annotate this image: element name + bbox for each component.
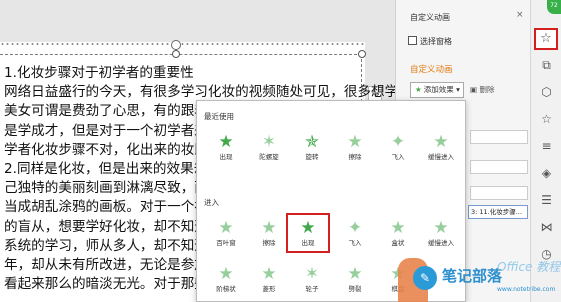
effect-label: 旋转 bbox=[305, 153, 319, 161]
add-effect-button[interactable]: ★ 添加效果 ▾ bbox=[410, 82, 464, 98]
star-icon: ★ bbox=[218, 218, 234, 238]
effect-fly-in-recent[interactable]: ✦ 飞入 bbox=[376, 127, 420, 167]
star-icon: ✦ bbox=[390, 132, 406, 152]
effect-label: 擦除 bbox=[262, 239, 276, 247]
effect-label: 盒状 bbox=[391, 239, 405, 247]
selection-pane-icon bbox=[408, 36, 417, 45]
effect-label: 劈裂 bbox=[348, 285, 362, 293]
add-effect-icon: ★ bbox=[415, 85, 422, 94]
speed-select[interactable] bbox=[470, 186, 528, 200]
select-pane-label: 选择窗格 bbox=[420, 37, 452, 46]
effect-label: 出现 bbox=[301, 239, 315, 247]
resize-handle-top-right[interactable] bbox=[358, 50, 366, 58]
recent-section-label: 最近使用 bbox=[204, 112, 234, 121]
text-line: 1.化妆步骤对于初学者的重要性 bbox=[4, 65, 194, 81]
star-icon: ★ bbox=[300, 218, 316, 238]
copy-icon[interactable]: ⧉ bbox=[539, 58, 554, 73]
star-icon: ★ bbox=[347, 264, 363, 284]
effect-label: 菱形 bbox=[262, 285, 276, 293]
pen-logo-icon: ✎ bbox=[413, 266, 437, 290]
effect-label: 缓慢进入 bbox=[428, 239, 454, 247]
effect-box[interactable]: ★ 盒状 bbox=[376, 213, 420, 253]
effect-label: 擦除 bbox=[348, 153, 362, 161]
custom-animation-heading: 自定义动画 bbox=[410, 65, 453, 75]
effect-appear-recent[interactable]: ★ 出现 bbox=[204, 127, 248, 167]
effect-label: 缓慢进入 bbox=[428, 153, 454, 161]
status-badge: 72 bbox=[547, 0, 561, 14]
star-icon: ★ bbox=[433, 132, 449, 152]
star-icon: ✦ bbox=[347, 218, 363, 238]
custom-animation-toolbar-button[interactable]: ☆ bbox=[534, 28, 558, 50]
right-toolbar: ☆ ⧉ ⬡ ☆ ≡ ◈ ☰ ⋈ ◷ bbox=[530, 0, 561, 302]
effect-split[interactable]: ★ 劈裂 bbox=[333, 259, 377, 299]
effect-diamond[interactable]: ★ 菱形 bbox=[247, 259, 291, 299]
effect-crawl-in[interactable]: ★ 缓慢进入 bbox=[419, 213, 463, 253]
list-icon[interactable]: ☰ bbox=[539, 193, 554, 208]
effect-spin[interactable]: ✯ 旋转 bbox=[290, 127, 334, 167]
effect-label: 飞入 bbox=[391, 153, 405, 161]
animation-list-item[interactable]: 3: 11.化妆步骤... bbox=[468, 205, 528, 219]
star-icon: ★ bbox=[347, 132, 363, 152]
shapes-icon[interactable]: ⬡ bbox=[539, 85, 554, 100]
effect-wheel[interactable]: ✶ 轮子 bbox=[290, 259, 334, 299]
share-icon[interactable]: ⋈ bbox=[539, 220, 554, 235]
effect-label: 轮子 bbox=[305, 285, 319, 293]
watermark: ✎ 笔记部落 Office 教程网 www.notetribe.com bbox=[405, 258, 561, 302]
effect-label: 百叶窗 bbox=[216, 239, 236, 247]
star-icon: ★ bbox=[433, 218, 449, 238]
sliders-icon[interactable]: ≡ bbox=[539, 139, 554, 154]
chevron-down-icon: ▾ bbox=[453, 85, 460, 94]
effect-spinner[interactable]: ✶ 陀螺旋 bbox=[247, 127, 291, 167]
resize-handle-top[interactable] bbox=[172, 50, 180, 58]
watermark-brand: Office 教程网 bbox=[497, 260, 561, 274]
star-icon: ★ bbox=[218, 264, 234, 284]
effect-label: 出现 bbox=[219, 153, 233, 161]
star-icon: ✯ bbox=[304, 132, 320, 152]
watermark-url: www.notetribe.com bbox=[497, 286, 556, 293]
effect-fly-in[interactable]: ✦ 飞入 bbox=[333, 213, 377, 253]
delete-button[interactable]: ▣ 删除 bbox=[470, 82, 494, 98]
effect-label: 陀螺旋 bbox=[259, 153, 279, 161]
star-icon: ☆ bbox=[540, 31, 552, 46]
layers-icon[interactable]: ◈ bbox=[539, 166, 554, 181]
effect-wipe-recent[interactable]: ★ 擦除 bbox=[333, 127, 377, 167]
effect-appear-selected[interactable]: ★ 出现 bbox=[286, 213, 330, 253]
property-select[interactable] bbox=[470, 160, 528, 174]
entrance-section-label: 进入 bbox=[204, 198, 219, 207]
star-outline-icon[interactable]: ☆ bbox=[539, 112, 554, 127]
rotate-handle[interactable] bbox=[171, 40, 181, 50]
delete-label: 删除 bbox=[479, 85, 495, 94]
star-icon: ★ bbox=[261, 218, 277, 238]
effect-blinds[interactable]: ★ 百叶窗 bbox=[204, 213, 248, 253]
star-icon: ★ bbox=[390, 218, 406, 238]
add-effect-label: 添加效果 bbox=[423, 85, 454, 94]
star-icon: ✶ bbox=[304, 264, 320, 284]
effect-label: 飞入 bbox=[348, 239, 362, 247]
star-icon: ★ bbox=[261, 264, 277, 284]
pane-title: 自定义动画 bbox=[410, 13, 450, 22]
effect-label: 阶梯状 bbox=[216, 285, 236, 293]
effect-crawl-in-recent[interactable]: ★ 缓慢进入 bbox=[419, 127, 463, 167]
start-select[interactable] bbox=[470, 130, 528, 144]
effect-stairs[interactable]: ★ 阶梯状 bbox=[204, 259, 248, 299]
page-edge-dots bbox=[0, 42, 365, 46]
watermark-text: 笔记部落 bbox=[442, 267, 503, 285]
star-icon: ★ bbox=[218, 132, 234, 152]
close-icon[interactable]: × bbox=[516, 10, 524, 20]
select-pane-button[interactable]: 选择窗格 bbox=[408, 36, 452, 47]
effect-wipe[interactable]: ★ 擦除 bbox=[247, 213, 291, 253]
star-icon: ✶ bbox=[261, 132, 277, 152]
